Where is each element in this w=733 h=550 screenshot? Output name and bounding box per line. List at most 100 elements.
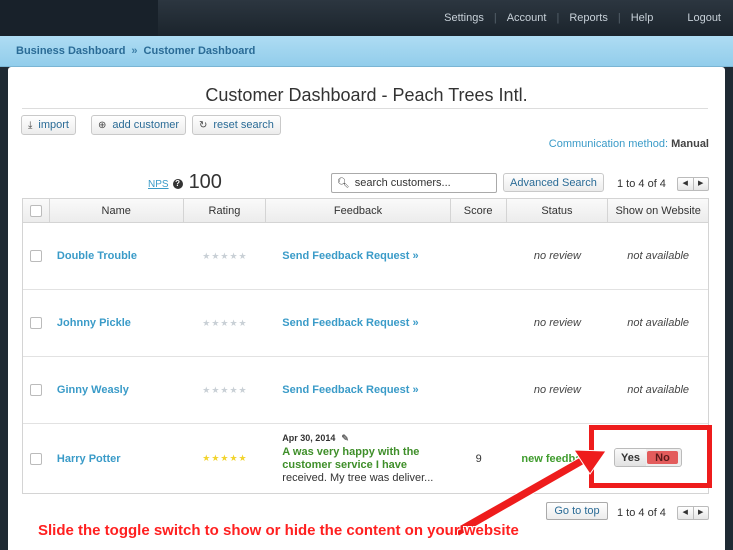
name-cell: Harry Potter — [50, 424, 184, 493]
nav-logout[interactable]: Logout — [687, 12, 721, 24]
customer-name-link[interactable]: Double Trouble — [57, 250, 137, 262]
column-feedback[interactable]: Feedback — [266, 199, 451, 222]
plus-circle-icon: ⊕ — [98, 119, 107, 131]
help-icon[interactable]: ? — [172, 179, 183, 189]
communication-method: Communication method: Manual — [549, 138, 709, 150]
nav-account[interactable]: Account — [497, 12, 557, 24]
website-cell: not available — [608, 357, 708, 423]
customer-name-link[interactable]: Ginny Weasly — [57, 384, 129, 396]
score-cell — [451, 223, 507, 289]
search-input[interactable] — [354, 177, 495, 189]
rating-stars: ★★★★★ — [202, 250, 248, 261]
prev-page-icon[interactable]: ◀ — [678, 507, 693, 519]
import-button[interactable]: ⤓ import — [21, 115, 76, 135]
pager-top: ◀ ▶ — [677, 177, 709, 191]
pager-count-top: 1 to 4 of 4 — [617, 178, 666, 190]
status-cell: no review — [507, 290, 609, 356]
nav-help[interactable]: Help — [621, 12, 664, 24]
score-cell: 9 — [475, 452, 482, 465]
row-select-cell — [23, 424, 50, 493]
breadcrumb-business-dashboard[interactable]: Business Dashboard — [16, 45, 125, 57]
row-checkbox[interactable] — [30, 452, 43, 465]
feedback-cell: Apr 30, 2014 ✎ A was very happy with the … — [266, 424, 450, 493]
download-icon: ⤓ — [28, 119, 33, 131]
table-header: Name Rating Feedback Score Status Show o… — [23, 199, 708, 223]
rating-stars: ★★★★★ — [202, 453, 248, 463]
status-cell: no review — [507, 357, 609, 423]
next-page-icon[interactable]: ▶ — [692, 507, 709, 519]
name-cell: Ginny Weasly — [50, 357, 184, 423]
row-checkbox[interactable] — [30, 384, 43, 396]
feedback-text-highlight: A was very happy with the customer servi… — [282, 445, 420, 471]
select-all-checkbox[interactable] — [29, 204, 42, 217]
communication-method-label: Communication method: — [548, 138, 669, 150]
breadcrumb-separator: » — [131, 45, 138, 57]
score-cell — [451, 357, 507, 423]
reset-search-label: reset search — [213, 119, 274, 131]
advanced-search-button[interactable]: Advanced Search — [503, 173, 604, 192]
customer-name-link[interactable]: Harry Potter — [57, 453, 121, 465]
edit-icon[interactable]: ✎ — [341, 433, 349, 443]
rating-cell: ★★★★★ — [184, 223, 267, 289]
column-score[interactable]: Score — [451, 199, 507, 222]
send-feedback-request-link[interactable]: Send Feedback Request » — [282, 317, 418, 329]
website-cell: not available — [608, 223, 708, 289]
page-title: Customer Dashboard - Peach Trees Intl. — [205, 85, 528, 105]
nav-settings[interactable]: Settings — [434, 12, 494, 24]
website-status-text: not available — [627, 384, 690, 396]
logo-area — [0, 0, 158, 36]
pager-bottom: ◀ ▶ — [677, 506, 709, 520]
feedback-date-text: Apr 30, 2014 — [282, 432, 336, 443]
reset-search-button[interactable]: ↻ reset search — [192, 115, 281, 135]
nps-link[interactable]: NPS — [148, 179, 169, 190]
annotation-caption: Slide the toggle switch to show or hide … — [38, 522, 519, 539]
search-box[interactable]: 🔍︎ — [331, 173, 497, 193]
feedback-cell: Send Feedback Request » — [266, 223, 450, 289]
status-text: no review — [533, 250, 581, 262]
column-rating[interactable]: Rating — [184, 199, 267, 222]
search-icon: 🔍︎ — [337, 177, 350, 189]
nps-value: 100 — [188, 171, 222, 193]
breadcrumb-bar: Business Dashboard » Customer Dashboard — [0, 36, 733, 67]
table-row: Double Trouble ★★★★★ Send Feedback Reque… — [23, 223, 708, 290]
feedback-text: A was very happy with the customer servi… — [282, 446, 450, 485]
send-feedback-request-link[interactable]: Send Feedback Request » — [282, 250, 418, 262]
title-divider — [22, 108, 708, 109]
website-status-text: not available — [627, 317, 690, 329]
pager-count-bottom: 1 to 4 of 4 — [617, 507, 666, 519]
column-show-on-website[interactable]: Show on Website — [608, 199, 708, 222]
row-checkbox[interactable] — [30, 317, 43, 329]
breadcrumb: Business Dashboard » Customer Dashboard — [16, 45, 255, 57]
name-cell: Johnny Pickle — [50, 290, 184, 356]
website-cell: not available — [608, 290, 708, 356]
next-page-icon[interactable]: ▶ — [692, 178, 709, 190]
go-to-top-button[interactable]: Go to top — [546, 502, 608, 520]
rating-cell: ★★★★★ — [184, 290, 267, 356]
status-text: no review — [533, 317, 581, 329]
advanced-search-label: Advanced Search — [510, 176, 597, 189]
add-customer-button[interactable]: ⊕ add customer — [91, 115, 187, 135]
customer-name-link[interactable]: Johnny Pickle — [57, 317, 131, 329]
status-text: new feedback — [521, 452, 594, 465]
prev-page-icon[interactable]: ◀ — [678, 178, 693, 190]
row-checkbox[interactable] — [30, 250, 43, 262]
rating-stars: ★★★★★ — [202, 317, 248, 328]
select-all-cell — [23, 199, 50, 222]
refresh-icon: ↻ — [199, 119, 208, 131]
send-feedback-request-link[interactable]: Send Feedback Request » — [282, 384, 418, 396]
nav-reports[interactable]: Reports — [559, 12, 618, 24]
row-select-cell — [23, 290, 50, 356]
feedback-text-rest: received. My tree was deliver... — [282, 471, 434, 484]
feedback-cell: Send Feedback Request » — [266, 357, 450, 423]
status-text: no review — [533, 384, 581, 396]
column-name[interactable]: Name — [50, 199, 184, 222]
breadcrumb-customer-dashboard[interactable]: Customer Dashboard — [144, 45, 256, 57]
column-status[interactable]: Status — [507, 199, 609, 222]
top-nav: Settings | Account | Reports | Help Logo… — [434, 0, 721, 36]
communication-method-value: Manual — [671, 138, 709, 150]
name-cell: Double Trouble — [50, 223, 184, 289]
nps-score: NPS ? 100 — [148, 172, 222, 192]
table-row: Ginny Weasly ★★★★★ Send Feedback Request… — [23, 357, 708, 424]
row-select-cell — [23, 223, 50, 289]
feedback-preview[interactable]: Apr 30, 2014 ✎ A was very happy with the … — [282, 433, 450, 485]
